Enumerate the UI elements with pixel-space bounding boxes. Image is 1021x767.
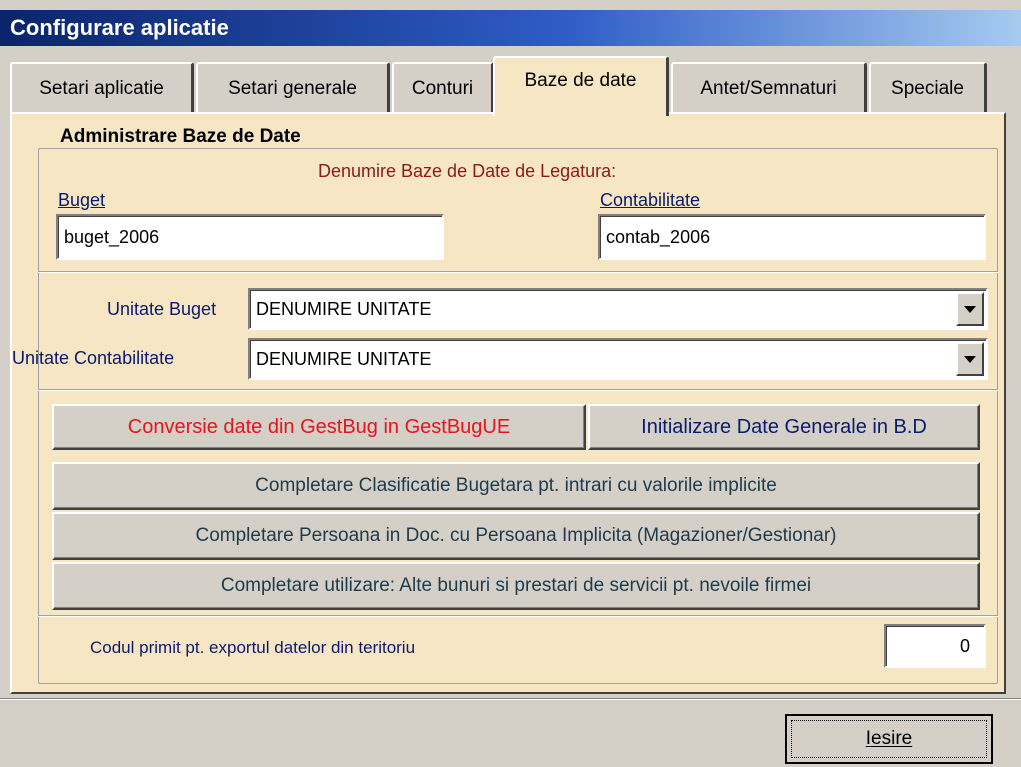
unitate-contabilitate-dropdown-button[interactable] — [956, 342, 984, 376]
initializare-button[interactable]: Initializare Date Generale in B.D — [588, 404, 980, 450]
tab-strip: Setari aplicatie Setari generale Conturi… — [10, 56, 1010, 116]
contabilitate-label: Contabilitate — [600, 190, 701, 210]
unitate-buget-label: Unitate Buget — [107, 299, 217, 319]
tab-setari-generale[interactable]: Setari generale — [196, 62, 390, 114]
group-title: Administrare Baze de Date — [56, 126, 305, 148]
separator — [38, 615, 998, 617]
unitate-contabilitate-label: Unitate Contabilitate — [12, 348, 175, 368]
tab-conturi[interactable]: Conturi — [392, 62, 494, 114]
tab-speciale[interactable]: Speciale — [869, 62, 987, 114]
separator — [38, 389, 998, 391]
cod-field[interactable]: 0 — [884, 624, 986, 668]
buget-field[interactable]: buget_2006 — [56, 214, 444, 260]
unitate-buget-value: DENUMIRE UNITATE — [256, 298, 432, 319]
tab-panel: Administrare Baze de Date Denumire Baze … — [10, 112, 1006, 694]
window-title: Configurare aplicatie — [0, 10, 1021, 46]
completare-persoana-button[interactable]: Completare Persoana in Doc. cu Persoana … — [52, 512, 980, 560]
unitate-contabilitate-value: DENUMIRE UNITATE — [256, 348, 432, 369]
footer-divider — [0, 698, 1021, 700]
tab-setari-aplicatie[interactable]: Setari aplicatie — [10, 62, 194, 114]
cod-label: Codul primit pt. exportul datelor din te… — [90, 638, 416, 657]
separator — [38, 271, 998, 273]
unitate-contabilitate-select[interactable]: DENUMIRE UNITATE — [248, 338, 988, 380]
contabilitate-field[interactable]: contab_2006 — [598, 214, 986, 260]
focus-rectangle — [791, 720, 987, 758]
exit-button[interactable]: Iesire — [785, 714, 993, 764]
conversie-button[interactable]: Conversie date din GestBug in GestBugUE — [52, 404, 586, 450]
tab-baze-de-date[interactable]: Baze de date — [493, 56, 669, 116]
buget-label: Buget — [58, 190, 106, 210]
unitate-buget-select[interactable]: DENUMIRE UNITATE — [248, 288, 988, 330]
subtitle-label: Denumire Baze de Date de Legatura: — [318, 161, 617, 181]
tab-antet-semnaturi[interactable]: Antet/Semnaturi — [671, 62, 867, 114]
chevron-down-icon — [964, 305, 976, 313]
completare-clasificatie-button[interactable]: Completare Clasificatie Bugetara pt. int… — [52, 462, 980, 510]
unitate-buget-dropdown-button[interactable] — [956, 292, 984, 326]
completare-utilizare-button[interactable]: Completare utilizare: Alte bunuri si pre… — [52, 562, 980, 610]
chevron-down-icon — [964, 355, 976, 363]
